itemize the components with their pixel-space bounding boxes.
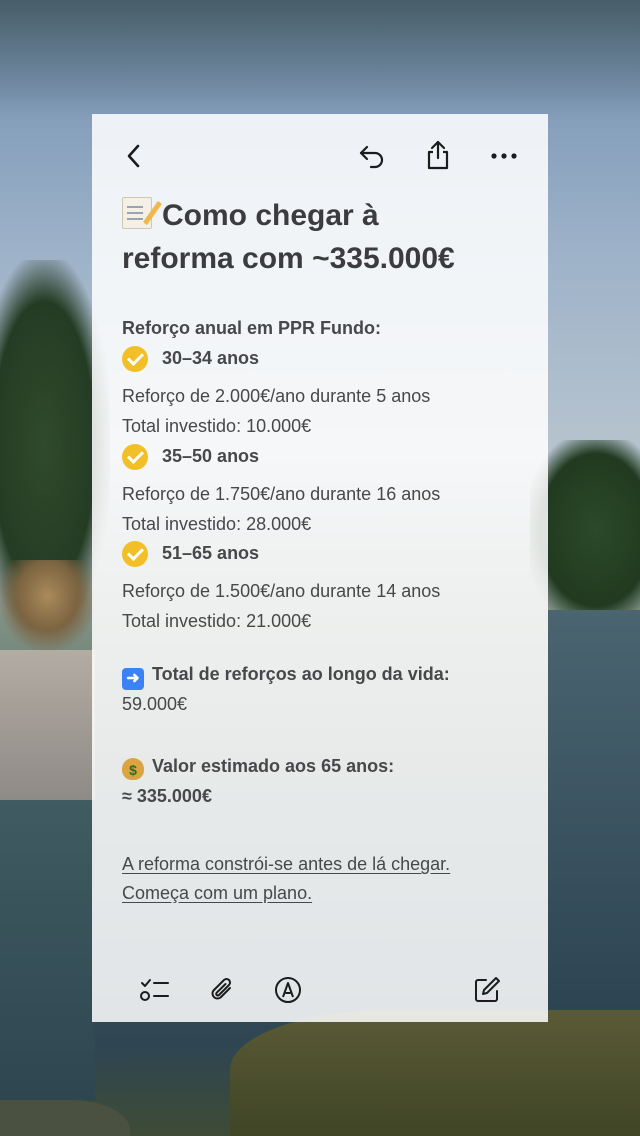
paperclip-icon xyxy=(211,977,232,1000)
share-button[interactable] xyxy=(418,134,458,176)
bracket-3-contribution: Reforço de 1.500€/ano durante 14 anos xyxy=(122,581,441,601)
bracket-2-heading: 35–50 anos xyxy=(122,444,259,470)
tree-branches xyxy=(0,0,640,120)
thatched-huts xyxy=(0,560,95,650)
bracket-1-heading: 30–34 anos xyxy=(122,346,259,372)
markup-icon xyxy=(275,977,301,1003)
section-header: Reforço anual em PPR Fundo: xyxy=(122,318,382,338)
bracket-2-contribution: Reforço de 1.750€/ano durante 16 anos xyxy=(122,484,441,504)
check-mark-icon xyxy=(122,541,148,567)
total-value: 59.000€ xyxy=(122,694,188,714)
compose-icon xyxy=(475,977,500,1002)
memo-icon xyxy=(122,197,152,229)
bracket-3-total: Total investido: 21.000€ xyxy=(122,611,312,631)
bracket-3-heading: 51–65 anos xyxy=(122,541,259,567)
estimate-value: ≈ 335.000€ xyxy=(122,786,212,806)
checklist-button[interactable] xyxy=(134,970,174,1010)
more-button[interactable] xyxy=(484,136,524,176)
share-icon xyxy=(427,140,449,170)
right-arrow-icon: ➜ xyxy=(122,668,144,690)
attachment-button[interactable] xyxy=(202,970,242,1010)
chevron-left-icon xyxy=(127,144,140,168)
estimate-label: $ Valor estimado aos 65 anos: xyxy=(122,756,394,780)
lake-water-left xyxy=(0,800,95,1100)
compose-button[interactable] xyxy=(466,970,508,1010)
note-card: Como chegar à reforma com ~335.000€ Refo… xyxy=(92,114,548,1022)
closing-line-2: Começa com um plano. xyxy=(122,883,313,903)
closing-line-1: A reforma constrói-se antes de lá chegar… xyxy=(122,854,451,874)
rock xyxy=(0,1100,130,1136)
check-mark-icon xyxy=(122,346,148,372)
bracket-2-total: Total investido: 28.000€ xyxy=(122,514,312,534)
note-title[interactable]: Como chegar à reforma com ~335.000€ xyxy=(122,194,532,280)
total-label: ➜ Total de reforços ao longo da vida: xyxy=(122,664,450,690)
back-button[interactable] xyxy=(114,136,154,176)
title-line-2: reforma com ~335.000€ xyxy=(122,242,455,275)
undo-icon xyxy=(359,145,384,169)
lake-water-right xyxy=(548,610,640,1010)
bracket-1-total: Total investido: 10.000€ xyxy=(122,416,312,436)
check-mark-icon xyxy=(122,444,148,470)
grass-bank xyxy=(230,1010,640,1136)
title-line-1: Como chegar à xyxy=(122,194,532,237)
checklist-icon xyxy=(140,979,169,1001)
money-bag-icon: $ xyxy=(122,758,144,780)
bracket-1-contribution: Reforço de 2.000€/ano durante 5 anos xyxy=(122,386,431,406)
undo-button[interactable] xyxy=(352,136,392,176)
more-icon xyxy=(491,153,517,159)
markup-button[interactable] xyxy=(268,970,308,1010)
gravel-beach xyxy=(0,650,95,800)
